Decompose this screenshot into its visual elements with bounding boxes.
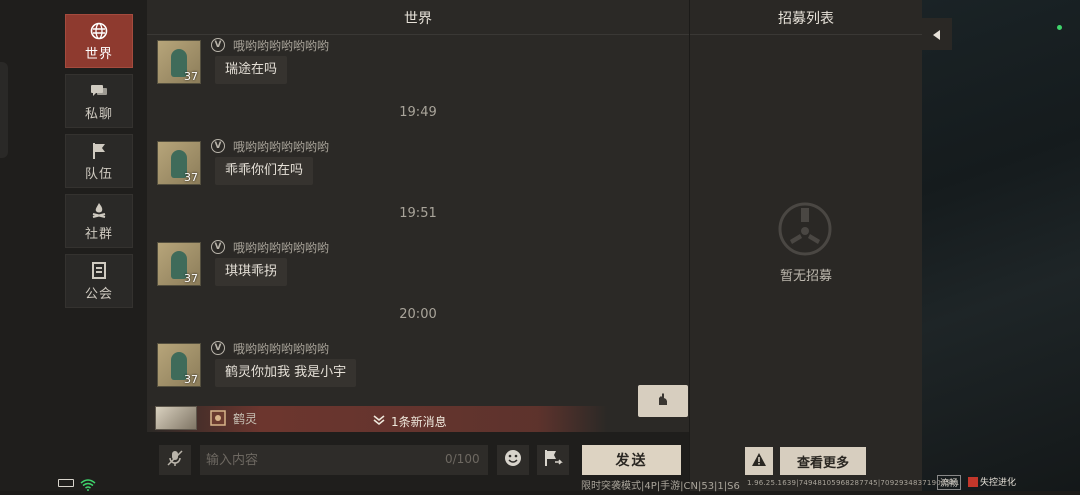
smiley-icon: [504, 449, 522, 471]
brand-name: 失控进化: [980, 478, 1017, 488]
voice-button[interactable]: [159, 445, 191, 475]
triangle-left-icon: [933, 25, 941, 44]
message-bubble: 鹤灵你加我 我是小宇: [215, 359, 357, 387]
brand-logo: 失控进化: [968, 475, 1016, 488]
friend-request-button[interactable]: [638, 385, 688, 417]
avatar[interactable]: 37: [157, 343, 201, 387]
double-chevron-down-icon: [373, 414, 385, 429]
avatar[interactable]: 37: [157, 40, 201, 84]
avatar[interactable]: 37: [157, 141, 201, 185]
new-message-indicator[interactable]: 1条新消息: [373, 413, 447, 430]
mode-info: 限时突袭模式|4P|手游|CN|53|1|S6: [581, 481, 740, 492]
chat-message: 37 V 哦哟哟哟哟哟哟哟 瑞途在吗: [157, 36, 577, 96]
nav-item-world[interactable]: 世界: [65, 14, 133, 68]
empty-recruit-icon: [778, 202, 832, 256]
battery-icon: [58, 479, 74, 487]
nav-item-guild[interactable]: 公会: [65, 254, 133, 308]
microphone-off-icon: [166, 449, 184, 471]
level-badge: 37: [184, 373, 198, 386]
status-bar: 限时突袭模式|4P|手游|CN|53|1|S6 1.96.25.1639|749…: [0, 474, 1080, 492]
version-info: 1.96.25.1639|74948105968287745|709293483…: [747, 479, 960, 487]
share-button[interactable]: [537, 445, 569, 475]
level-badge: 37: [184, 272, 198, 285]
hand-wave-icon: [655, 391, 671, 411]
quality-label: 流畅: [937, 475, 962, 490]
game-scene-background: [920, 0, 1080, 491]
vip-badge-icon: V: [211, 240, 225, 254]
globe-icon: [90, 21, 108, 41]
emoji-button[interactable]: [497, 445, 529, 475]
message-bubble: 瑞途在吗: [215, 56, 288, 84]
new-message-thumbnail: [155, 406, 197, 430]
warning-icon: [751, 452, 767, 471]
nav-item-label: 公会: [84, 286, 113, 302]
world-chat-panel: 世界 37 V 哦哟哟哟哟哟哟哟 瑞途在吗 19:49 37 V 哦哟哟哟哟哟哟…: [147, 0, 689, 432]
brand-mark-icon: [968, 476, 978, 487]
chat-message: 37 V 哦哟哟哟哟哟哟哟 乖乖你们在吗: [157, 137, 577, 197]
timestamp: 19:51: [399, 206, 437, 221]
new-message-sender: 鹤灵: [233, 412, 258, 426]
guild-banner-icon: [92, 261, 106, 281]
level-badge: 37: [184, 171, 198, 184]
username[interactable]: 哦哟哟哟哟哟哟哟: [233, 340, 329, 357]
empty-recruit-text: 暂无招募: [779, 269, 832, 284]
message-bubble: 琪琪乖拐: [215, 258, 288, 286]
chat-message: 37 V 哦哟哟哟哟哟哟哟 琪琪乖拐: [157, 238, 577, 298]
left-edge-tab[interactable]: [0, 62, 8, 158]
campfire-icon: [91, 201, 107, 221]
chat-bubbles-icon: [90, 81, 108, 101]
nav-item-private-chat[interactable]: 私聊: [65, 74, 133, 128]
nav-item-label: 社群: [84, 226, 113, 242]
flag-share-icon: [543, 449, 563, 471]
avatar[interactable]: 37: [157, 242, 201, 286]
chat-title: 世界: [147, 0, 689, 35]
collapse-panel-button[interactable]: [922, 18, 952, 50]
username[interactable]: 哦哟哟哟哟哟哟哟: [233, 239, 329, 256]
online-indicator: [1057, 25, 1062, 30]
flag-icon: [91, 141, 107, 161]
username[interactable]: 哦哟哟哟哟哟哟哟: [233, 37, 329, 54]
username[interactable]: 哦哟哟哟哟哟哟哟: [233, 138, 329, 155]
character-counter: 0/100: [445, 452, 480, 466]
message-bubble: 乖乖你们在吗: [215, 157, 314, 185]
chat-message: 37 V 哦哟哟哟哟哟哟哟 鹤灵你加我 我是小宇: [157, 339, 577, 399]
crest-icon: [209, 409, 227, 427]
new-message-label: 1条新消息: [391, 415, 447, 429]
timestamp: 19:49: [399, 105, 437, 120]
channel-nav: 世界 私聊 队伍 社群 公会: [65, 14, 133, 314]
vip-badge-icon: V: [211, 38, 225, 52]
timestamp: 20:00: [399, 307, 437, 322]
nav-item-label: 私聊: [84, 106, 113, 122]
recruit-panel: 招募列表 暂无招募 查看更多: [690, 0, 922, 491]
vip-badge-icon: V: [211, 341, 225, 355]
nav-item-community[interactable]: 社群: [65, 194, 133, 248]
wifi-icon: [80, 476, 96, 495]
report-button[interactable]: [745, 447, 773, 475]
vip-badge-icon: V: [211, 139, 225, 153]
nav-item-label: 世界: [84, 46, 113, 62]
recruit-title: 招募列表: [690, 0, 922, 35]
nav-item-label: 队伍: [84, 166, 113, 182]
view-more-button[interactable]: 查看更多: [780, 447, 866, 475]
level-badge: 37: [184, 70, 198, 83]
nav-item-team[interactable]: 队伍: [65, 134, 133, 188]
send-button[interactable]: 发送: [582, 445, 681, 475]
